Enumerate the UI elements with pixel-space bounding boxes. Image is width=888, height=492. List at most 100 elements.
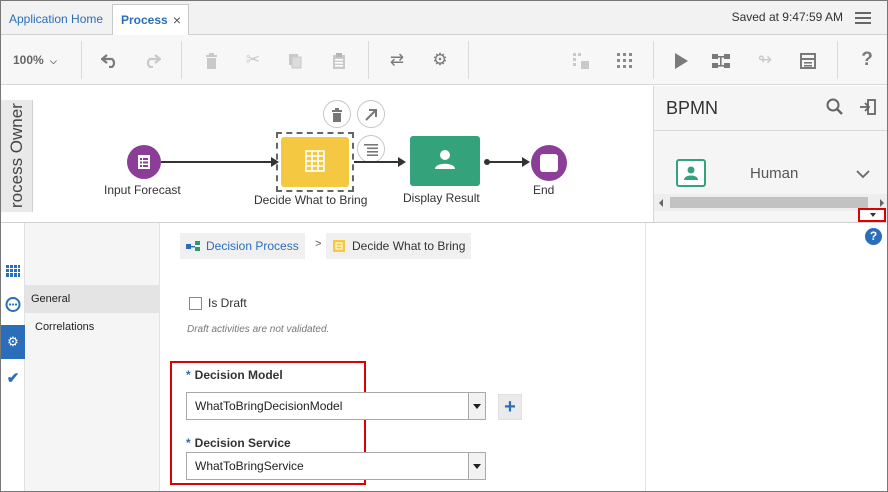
delete-icon[interactable] bbox=[199, 35, 223, 85]
required-marker: * bbox=[186, 368, 191, 382]
swimlane-label[interactable]: rocess Owner bbox=[1, 100, 33, 212]
cut-icon[interactable]: ✂ bbox=[241, 35, 265, 85]
flow-icon[interactable] bbox=[709, 35, 733, 85]
horizontal-scrollbar[interactable] bbox=[654, 194, 887, 211]
breadcrumb-separator: > bbox=[315, 238, 322, 250]
breadcrumb-activity-label: Decide What to Bring bbox=[352, 239, 466, 253]
chevron-down-icon[interactable] bbox=[468, 453, 485, 479]
chevron-down-icon: ⌵ bbox=[50, 56, 57, 66]
node-label: Input Forecast bbox=[104, 183, 181, 197]
checkmark-icon[interactable]: ✔ bbox=[3, 369, 23, 389]
sequence-flow[interactable] bbox=[487, 161, 523, 163]
user-icon bbox=[435, 150, 455, 169]
draft-hint: Draft activities are not validated. bbox=[187, 324, 330, 335]
toolbar-divider bbox=[653, 41, 654, 79]
tab-process-label: Process bbox=[121, 13, 168, 27]
gear-icon[interactable]: ⚙ bbox=[427, 35, 453, 85]
chevron-down-icon[interactable] bbox=[468, 393, 485, 419]
process-icon bbox=[186, 241, 200, 251]
required-marker: * bbox=[186, 436, 191, 450]
properties-icon-strip: ⚙ ✔ bbox=[1, 223, 25, 491]
more-options-icon[interactable] bbox=[357, 135, 385, 163]
nav-item-general[interactable]: General bbox=[25, 285, 160, 313]
breadcrumb-decision-process[interactable]: Decision Process bbox=[180, 233, 305, 259]
decision-service-label-text: Decision Service bbox=[194, 436, 291, 450]
sequence-flow[interactable] bbox=[354, 161, 399, 163]
zoom-select[interactable]: 100% ⌵ bbox=[13, 35, 57, 85]
bpmn-palette: BPMN Human bbox=[653, 86, 887, 222]
arrow-icon bbox=[522, 157, 530, 167]
palette-divider bbox=[654, 130, 887, 131]
tab-application-home[interactable]: Application Home bbox=[1, 4, 111, 35]
lock-grid-icon[interactable] bbox=[569, 35, 593, 85]
grid-icon[interactable] bbox=[3, 263, 23, 283]
undo-icon[interactable] bbox=[97, 35, 123, 85]
node-label: End bbox=[533, 183, 555, 197]
toolbar-divider bbox=[181, 41, 182, 79]
start-event-input-forecast[interactable] bbox=[127, 145, 161, 179]
decision-model-select[interactable]: WhatToBringDecisionModel bbox=[186, 392, 486, 420]
merge-icon[interactable]: ↬ bbox=[753, 35, 777, 85]
grid-icon[interactable] bbox=[613, 35, 637, 85]
app-frame: Application Home Process × Saved at 9:47… bbox=[0, 0, 888, 492]
search-icon[interactable] bbox=[826, 98, 844, 119]
process-canvas[interactable]: rocess Owner Input Forecast Decide What … bbox=[1, 86, 653, 222]
end-event[interactable] bbox=[531, 145, 567, 181]
tab-process[interactable]: Process × bbox=[112, 4, 189, 35]
play-icon[interactable] bbox=[669, 35, 693, 85]
scrollbar-thumb[interactable] bbox=[670, 197, 868, 208]
copy-icon[interactable] bbox=[283, 35, 307, 85]
help-button[interactable]: ? bbox=[865, 228, 882, 245]
swimlane-title: rocess Owner bbox=[7, 103, 26, 208]
node-label: Display Result bbox=[403, 191, 480, 205]
arrow-icon bbox=[398, 157, 406, 167]
connect-arrow-icon[interactable] bbox=[357, 100, 385, 128]
decision-service-label: * Decision Service bbox=[186, 436, 291, 450]
decision-table-icon bbox=[333, 240, 345, 252]
close-icon[interactable]: × bbox=[173, 5, 181, 35]
properties-nav: General Correlations bbox=[25, 223, 160, 491]
decision-service-select[interactable]: WhatToBringService bbox=[186, 452, 486, 480]
toolbar-divider bbox=[468, 41, 469, 79]
expand-dropdown-button[interactable] bbox=[858, 208, 886, 222]
is-draft-checkbox[interactable] bbox=[189, 297, 202, 310]
add-decision-model-button[interactable]: + bbox=[498, 394, 522, 420]
decision-service-value: WhatToBringService bbox=[195, 459, 304, 473]
zoom-value: 100% bbox=[13, 53, 44, 67]
paste-icon[interactable] bbox=[327, 35, 351, 85]
redo-icon[interactable] bbox=[139, 35, 165, 85]
form-icon[interactable] bbox=[796, 35, 820, 85]
decision-model-label-text: Decision Model bbox=[194, 368, 283, 382]
nav-item-correlations[interactable]: Correlations bbox=[25, 313, 160, 341]
comment-icon[interactable] bbox=[3, 297, 23, 317]
toolbar-divider bbox=[81, 41, 82, 79]
decision-table-icon bbox=[305, 150, 325, 172]
stop-icon bbox=[540, 154, 558, 172]
toolbar-divider bbox=[837, 41, 838, 79]
toolbar-divider bbox=[368, 41, 369, 79]
gear-icon[interactable]: ⚙ bbox=[1, 325, 25, 359]
decision-model-label: * Decision Model bbox=[186, 368, 283, 382]
decision-task[interactable] bbox=[281, 137, 349, 187]
scroll-right-icon[interactable] bbox=[880, 199, 884, 207]
palette-category-label[interactable]: Human bbox=[750, 165, 798, 182]
node-label: Decide What to Bring bbox=[254, 193, 368, 207]
breadcrumb-activity[interactable]: Decide What to Bring bbox=[326, 233, 472, 259]
menu-icon[interactable] bbox=[855, 12, 871, 24]
help-icon[interactable]: ? bbox=[855, 35, 879, 85]
sequence-flow[interactable] bbox=[161, 161, 271, 163]
properties-content: Decision Process > Decide What to Bring … bbox=[160, 223, 646, 491]
decision-model-value: WhatToBringDecisionModel bbox=[195, 399, 343, 413]
chevron-down-icon[interactable] bbox=[856, 168, 870, 182]
human-category-icon[interactable] bbox=[676, 159, 706, 187]
human-task[interactable] bbox=[410, 136, 480, 186]
saved-status: Saved at 9:47:59 AM bbox=[731, 10, 843, 24]
shuffle-icon[interactable]: ⇄ bbox=[385, 35, 409, 85]
breadcrumb-process-label: Decision Process bbox=[206, 239, 299, 253]
toolbar: 100% ⌵ ✂ ⇄ ⚙ ↬ ? bbox=[1, 35, 887, 85]
collapse-panel-icon[interactable] bbox=[859, 98, 877, 119]
form-icon bbox=[138, 155, 150, 169]
scroll-left-icon[interactable] bbox=[659, 199, 663, 207]
delete-icon[interactable] bbox=[323, 100, 351, 128]
tab-bar: Application Home Process × Saved at 9:47… bbox=[1, 1, 887, 35]
